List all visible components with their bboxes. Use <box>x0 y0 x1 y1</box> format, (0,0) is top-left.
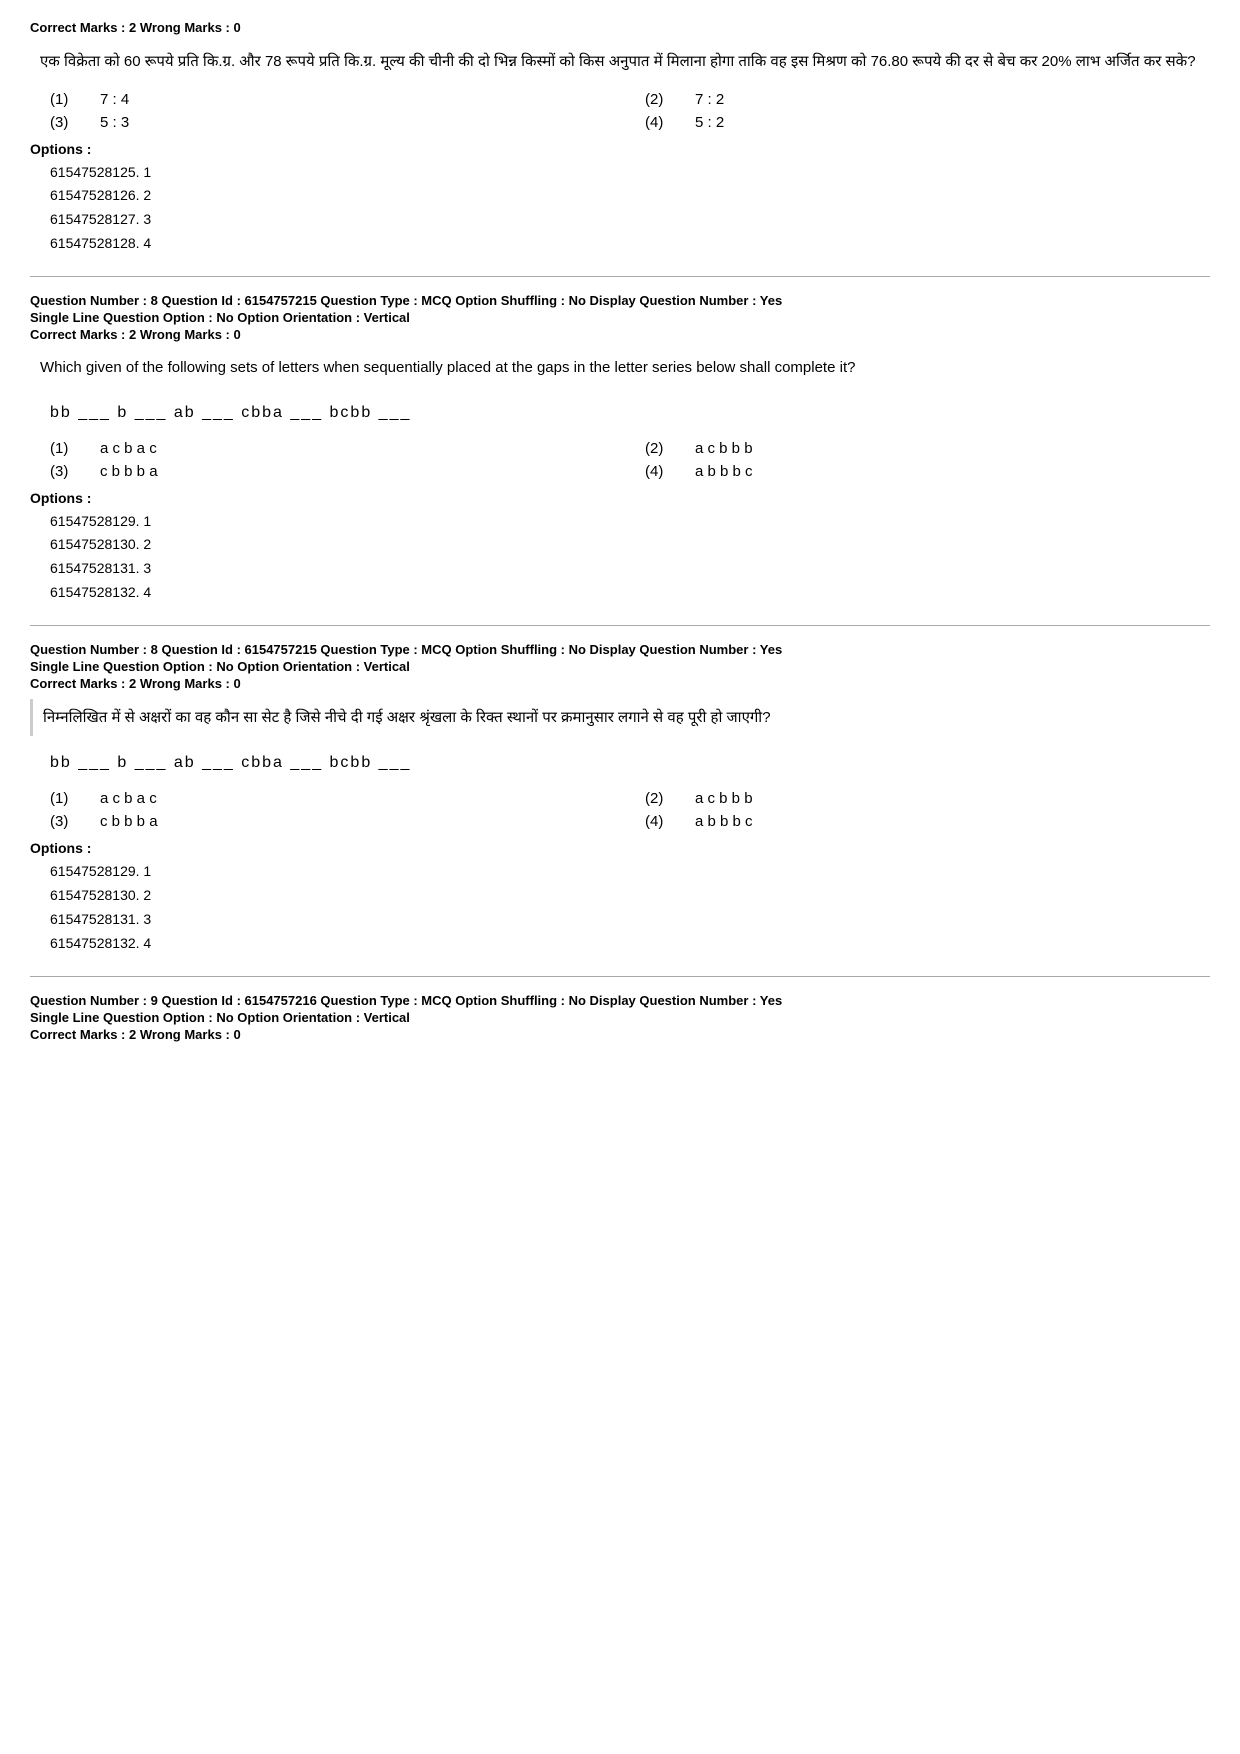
option-num-q8-hindi-4: (4) <box>645 813 675 830</box>
option-num-1: (1) <box>50 91 80 108</box>
option-num-q8-eng-3: (3) <box>50 463 80 480</box>
divider-2 <box>30 625 1210 626</box>
option-num-q8-eng-2: (2) <box>645 440 675 457</box>
meta-line2-q8-hindi: Single Line Question Option : No Option … <box>30 659 1210 674</box>
section-q9: Question Number : 9 Question Id : 615475… <box>30 993 1210 1042</box>
option-q8-eng-2: (2) a c b b b <box>645 440 1210 457</box>
question-text-q8-eng: Which given of the following sets of let… <box>30 350 1210 386</box>
option-val-q8-hindi-3: c b b b a <box>100 813 158 830</box>
meta-line-q9: Question Number : 9 Question Id : 615475… <box>30 993 1210 1008</box>
marks-q8-hindi: Correct Marks : 2 Wrong Marks : 0 <box>30 676 1210 691</box>
option-val-4: 5 : 2 <box>695 114 724 131</box>
series-q8-hindi: bb ___ b ___ ab ___ cbba ___ bcbb ___ <box>50 754 1210 772</box>
option-code-q8-hindi-2: 61547528130. 2 <box>50 884 1210 908</box>
option-val-q8-eng-4: a b b b c <box>695 463 753 480</box>
option-code-top-2: 61547528126. 2 <box>50 184 1210 208</box>
option-code-q8-hindi-3: 61547528131. 3 <box>50 908 1210 932</box>
option-val-q8-eng-2: a c b b b <box>695 440 753 457</box>
option-num-2: (2) <box>645 91 675 108</box>
option-val-2: 7 : 2 <box>695 91 724 108</box>
option-q8-hindi-1: (1) a c b a c <box>50 790 615 807</box>
option-4: (4) 5 : 2 <box>645 114 1210 131</box>
option-code-top-1: 61547528125. 1 <box>50 161 1210 185</box>
option-q8-hindi-2: (2) a c b b b <box>645 790 1210 807</box>
option-code-q8-hindi-1: 61547528129. 1 <box>50 860 1210 884</box>
option-code-q8-eng-1: 61547528129. 1 <box>50 510 1210 534</box>
option-code-q8-hindi-4: 61547528132. 4 <box>50 932 1210 956</box>
option-q8-eng-1: (1) a c b a c <box>50 440 615 457</box>
option-num-4: (4) <box>645 114 675 131</box>
option-code-q8-eng-2: 61547528130. 2 <box>50 533 1210 557</box>
option-2: (2) 7 : 2 <box>645 91 1210 108</box>
section-q8-hindi: Question Number : 8 Question Id : 615475… <box>30 642 1210 956</box>
option-val-q8-eng-1: a c b a c <box>100 440 157 457</box>
option-num-q8-hindi-3: (3) <box>50 813 80 830</box>
option-num-q8-hindi-2: (2) <box>645 790 675 807</box>
option-1: (1) 7 : 4 <box>50 91 615 108</box>
marks-q8-eng: Correct Marks : 2 Wrong Marks : 0 <box>30 327 1210 342</box>
section-top: Correct Marks : 2 Wrong Marks : 0 एक विक… <box>30 20 1210 256</box>
option-code-q8-eng-4: 61547528132. 4 <box>50 581 1210 605</box>
meta-line2-q8-eng: Single Line Question Option : No Option … <box>30 310 1210 325</box>
meta-line2-q9: Single Line Question Option : No Option … <box>30 1010 1210 1025</box>
option-q8-hindi-4: (4) a b b b c <box>645 813 1210 830</box>
meta-line-q8-eng: Question Number : 8 Question Id : 615475… <box>30 293 1210 308</box>
question-text-q8-hindi: निम्नलिखित में से अक्षरों का वह कौन सा स… <box>30 699 1210 737</box>
options-label-top: Options : <box>30 141 1210 157</box>
question-text-hindi-top: एक विक्रेता को 60 रूपये प्रति कि.ग्र. और… <box>30 43 1210 81</box>
option-val-q8-hindi-4: a b b b c <box>695 813 753 830</box>
options-grid-q8-hindi: (1) a c b a c (2) a c b b b (3) c b b b … <box>50 790 1210 830</box>
option-3: (3) 5 : 3 <box>50 114 615 131</box>
option-code-top-3: 61547528127. 3 <box>50 208 1210 232</box>
series-q8-eng: bb ___ b ___ ab ___ cbba ___ bcbb ___ <box>50 404 1210 422</box>
option-val-1: 7 : 4 <box>100 91 129 108</box>
option-val-3: 5 : 3 <box>100 114 129 131</box>
option-q8-hindi-3: (3) c b b b a <box>50 813 615 830</box>
option-num-q8-hindi-1: (1) <box>50 790 80 807</box>
option-code-q8-eng-3: 61547528131. 3 <box>50 557 1210 581</box>
option-val-q8-hindi-1: a c b a c <box>100 790 157 807</box>
section-q8-english: Question Number : 8 Question Id : 615475… <box>30 293 1210 605</box>
option-q8-eng-3: (3) c b b b a <box>50 463 615 480</box>
option-code-top-4: 61547528128. 4 <box>50 232 1210 256</box>
marks-line-top: Correct Marks : 2 Wrong Marks : 0 <box>30 20 1210 35</box>
options-grid-top: (1) 7 : 4 (2) 7 : 2 (3) 5 : 3 (4) 5 : 2 <box>50 91 1210 131</box>
option-num-3: (3) <box>50 114 80 131</box>
option-val-q8-hindi-2: a c b b b <box>695 790 753 807</box>
option-num-q8-eng-1: (1) <box>50 440 80 457</box>
options-label-q8-eng: Options : <box>30 490 1210 506</box>
option-val-q8-eng-3: c b b b a <box>100 463 158 480</box>
divider-3 <box>30 976 1210 977</box>
meta-line-q8-hindi: Question Number : 8 Question Id : 615475… <box>30 642 1210 657</box>
option-q8-eng-4: (4) a b b b c <box>645 463 1210 480</box>
option-num-q8-eng-4: (4) <box>645 463 675 480</box>
marks-q9: Correct Marks : 2 Wrong Marks : 0 <box>30 1027 1210 1042</box>
options-grid-q8-eng: (1) a c b a c (2) a c b b b (3) c b b b … <box>50 440 1210 480</box>
options-label-q8-hindi: Options : <box>30 840 1210 856</box>
divider-1 <box>30 276 1210 277</box>
